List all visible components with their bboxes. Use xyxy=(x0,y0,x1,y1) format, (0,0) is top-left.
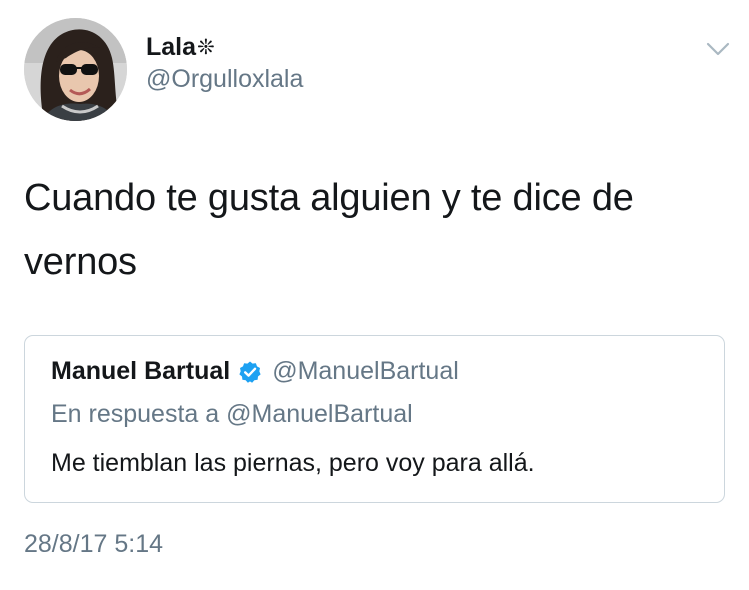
tweet-author[interactable]: Lala ❊ @Orgulloxlala xyxy=(146,30,303,94)
quoted-tweet-text: Me tiemblan las piernas, pero voy para a… xyxy=(51,449,535,477)
tweet-timestamp[interactable]: 28/8/17 5:14 xyxy=(24,530,163,559)
display-name-row: Lala ❊ xyxy=(146,30,303,64)
chevron-down-icon[interactable] xyxy=(705,40,731,58)
tweet: Lala ❊ @Orgulloxlala Cuando te gusta alg… xyxy=(0,0,749,590)
tweet-text: Cuando te gusta alguien y te dice de ver… xyxy=(24,177,634,283)
verified-badge-icon xyxy=(239,361,261,383)
profile-photo-icon xyxy=(24,18,127,121)
quoted-user-handle[interactable]: @ManuelBartual xyxy=(272,357,459,386)
flower-glyph-icon: ❊ xyxy=(197,35,215,59)
quoted-tweet-header: Manuel Bartual @ManuelBartual xyxy=(51,357,459,386)
avatar[interactable] xyxy=(24,18,127,121)
reply-context[interactable]: En respuesta a @ManuelBartual xyxy=(51,400,413,429)
quoted-display-name[interactable]: Manuel Bartual xyxy=(51,357,230,386)
quoted-tweet-card[interactable]: Manuel Bartual @ManuelBartual En respues… xyxy=(24,335,725,503)
display-name[interactable]: Lala xyxy=(146,33,196,62)
user-handle[interactable]: @Orgulloxlala xyxy=(146,65,303,94)
